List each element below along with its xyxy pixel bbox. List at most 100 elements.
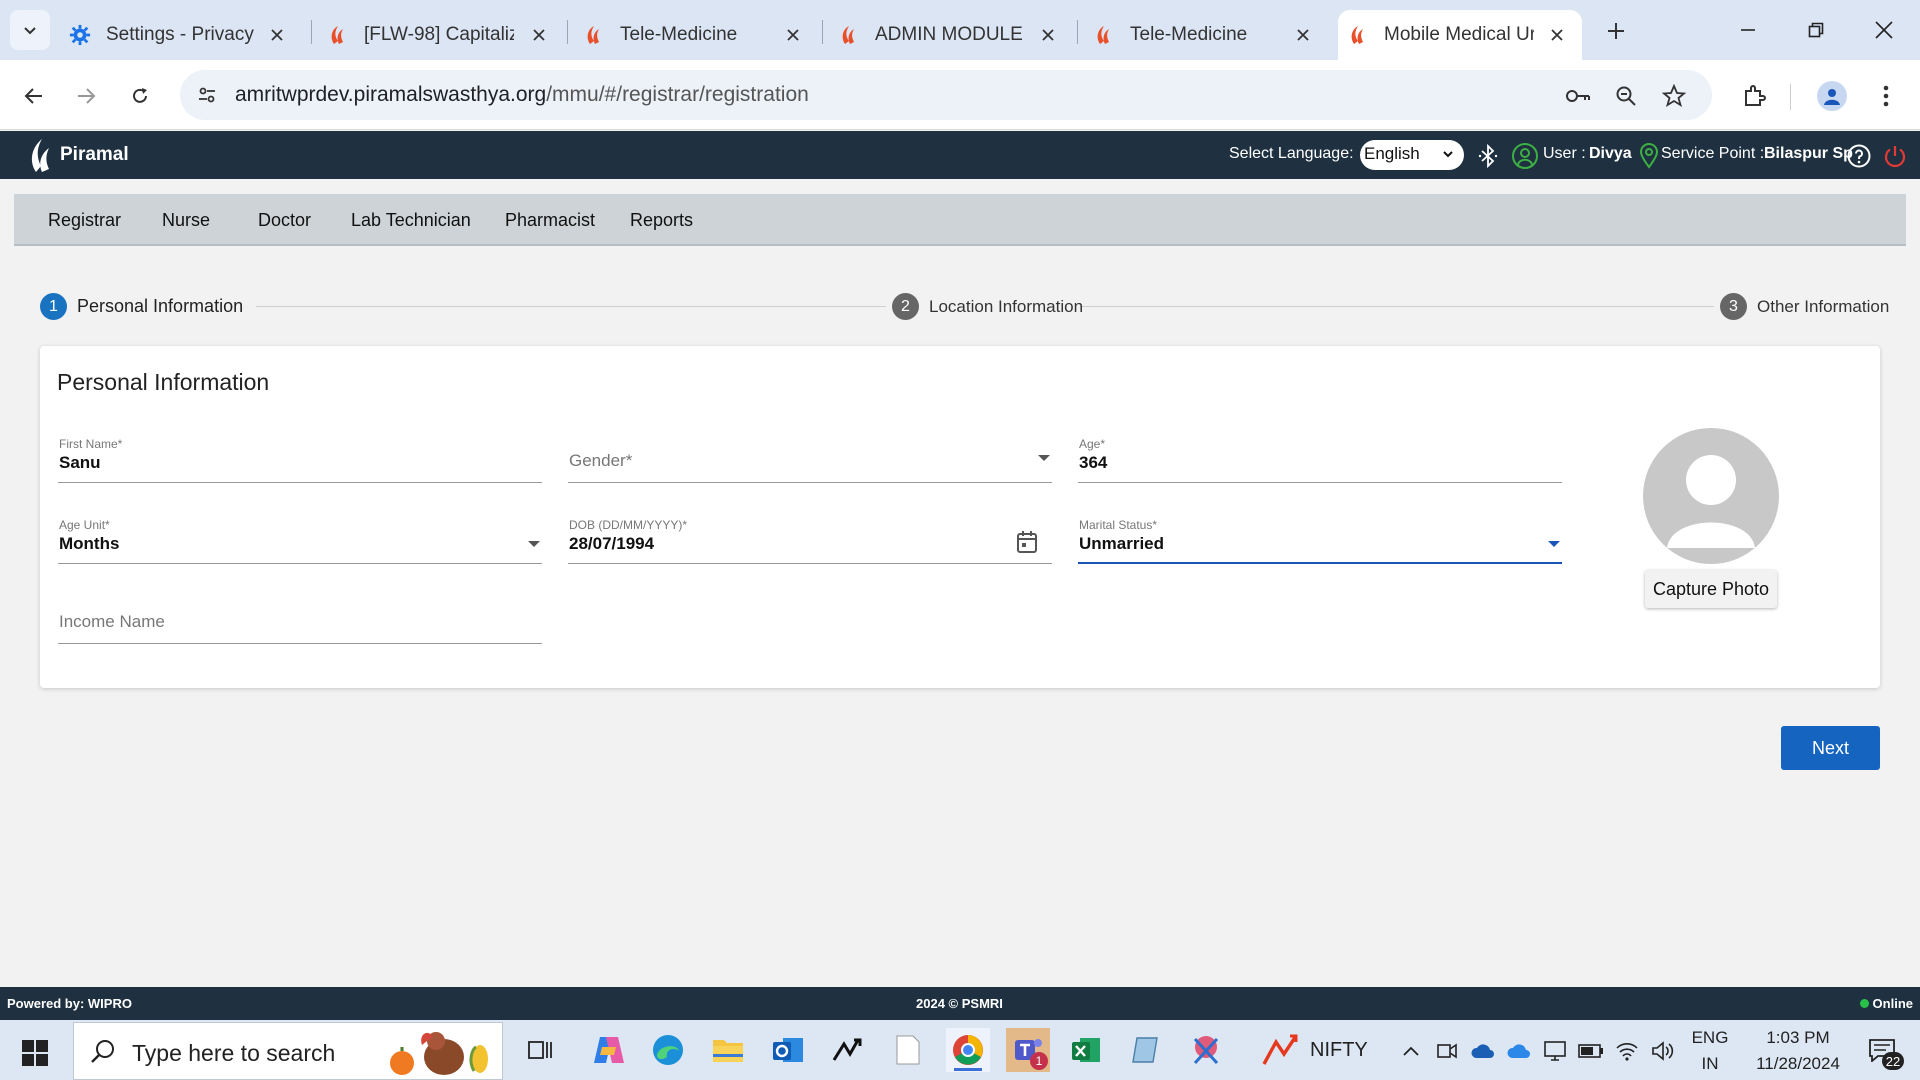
chevron-up-icon[interactable]	[1398, 1038, 1424, 1064]
language-indicator-bottom[interactable]: IN	[1690, 1054, 1730, 1074]
extensions-button[interactable]	[1734, 76, 1774, 116]
chrome-app[interactable]	[946, 1028, 990, 1072]
field-placeholder: Gender*	[569, 451, 633, 470]
browser-tab-telemedicine-1[interactable]: Tele-Medicine	[574, 10, 818, 60]
dropdown-arrow-icon	[1038, 455, 1050, 461]
close-icon[interactable]	[266, 24, 288, 46]
first-name-field[interactable]: First Name* Sanu	[58, 423, 542, 483]
user-silhouette-icon	[1667, 455, 1755, 548]
key-icon[interactable]	[1564, 82, 1592, 110]
restore-button[interactable]	[1796, 10, 1836, 50]
network-app[interactable]	[826, 1028, 870, 1072]
back-button[interactable]	[14, 76, 54, 116]
close-icon[interactable]	[528, 24, 550, 46]
teams-app[interactable]: 1	[1006, 1028, 1050, 1072]
wifi-icon[interactable]	[1614, 1038, 1640, 1064]
income-field[interactable]: Income Name	[58, 584, 542, 644]
menu-item-doctor[interactable]: Doctor	[258, 210, 311, 231]
calendar-icon[interactable]	[1016, 530, 1038, 559]
taskbar-search-box[interactable]: Type here to search	[73, 1022, 503, 1080]
step-number: 2	[892, 293, 919, 320]
battery-icon[interactable]	[1578, 1038, 1604, 1064]
close-icon[interactable]	[1292, 24, 1314, 46]
plus-icon	[1608, 23, 1624, 39]
dob-field[interactable]: DOB (DD/MM/YYYY)* 28/07/1994	[568, 504, 1052, 564]
chevron-down-icon	[1443, 151, 1453, 158]
edge-app[interactable]	[646, 1028, 690, 1072]
url-path: /mmu/#/registrar/registration	[546, 83, 809, 106]
arrow-left-icon	[24, 88, 42, 104]
excel-app[interactable]	[1064, 1028, 1108, 1072]
tab-title: Settings - Privacy a	[106, 24, 256, 45]
menu-item-nurse[interactable]: Nurse	[162, 210, 210, 231]
browser-tab-admin-module[interactable]: ADMIN MODULE	[829, 10, 1073, 60]
next-button[interactable]: Next	[1781, 726, 1880, 770]
piramal-logo[interactable]: Piramal	[28, 136, 129, 174]
notepad-app[interactable]	[886, 1028, 930, 1072]
browser-menu-button[interactable]	[1866, 76, 1906, 116]
help-icon[interactable]	[1846, 143, 1872, 169]
reload-button[interactable]	[120, 76, 160, 116]
age-field[interactable]: Age* 364	[1078, 423, 1562, 483]
notes-app[interactable]	[1124, 1028, 1168, 1072]
copilot-app[interactable]	[587, 1028, 631, 1072]
close-window-button[interactable]	[1864, 10, 1904, 50]
star-icon[interactable]	[1660, 82, 1688, 110]
snipping-icon	[1193, 1036, 1219, 1065]
menu-item-lab-technician[interactable]: Lab Technician	[351, 210, 471, 231]
task-view-button[interactable]	[518, 1028, 562, 1072]
volume-icon[interactable]	[1650, 1038, 1676, 1064]
step-personal-information[interactable]: 1 Personal Information	[40, 293, 243, 320]
tab-title: [FLW-98] Capitaliz	[364, 24, 514, 45]
outlook-app[interactable]	[766, 1028, 810, 1072]
profile-button[interactable]	[1812, 76, 1852, 116]
user-label: User :	[1543, 145, 1586, 162]
restore-icon	[1808, 22, 1824, 38]
menu-item-pharmacist[interactable]: Pharmacist	[505, 210, 595, 231]
snipping-tool-app[interactable]	[1184, 1028, 1228, 1072]
step-location-information[interactable]: 2 Location Information	[892, 293, 1083, 320]
step-number: 3	[1720, 293, 1747, 320]
address-bar[interactable]: amritwprdev.piramalswasthya.org/mmu/#/re…	[180, 70, 1712, 120]
display-icon[interactable]	[1542, 1038, 1568, 1064]
step-other-information[interactable]: 3 Other Information	[1720, 293, 1889, 320]
forward-button[interactable]	[66, 76, 106, 116]
minimize-button[interactable]	[1728, 10, 1768, 50]
tab-search-button[interactable]	[10, 10, 50, 50]
clock-time[interactable]: 1:03 PM	[1738, 1028, 1858, 1048]
age-unit-select[interactable]: Age Unit* Months	[58, 504, 542, 564]
folder-icon	[713, 1040, 743, 1062]
task-view-icon	[528, 1041, 552, 1059]
language-select[interactable]: English	[1360, 140, 1464, 170]
close-icon[interactable]	[782, 24, 804, 46]
close-icon[interactable]	[1037, 24, 1059, 46]
start-button[interactable]	[14, 1032, 56, 1074]
marital-status-select[interactable]: Marital Status* Unmarried	[1078, 504, 1562, 564]
file-explorer-app[interactable]	[706, 1028, 750, 1072]
field-value: 364	[1079, 453, 1108, 472]
language-indicator-top[interactable]: ENG	[1690, 1028, 1730, 1048]
menu-item-reports[interactable]: Reports	[630, 210, 693, 231]
gender-select[interactable]: Gender*	[568, 423, 1052, 483]
browser-tab-flw[interactable]: [FLW-98] Capitaliz	[318, 10, 564, 60]
browser-tab-telemedicine-2[interactable]: Tele-Medicine	[1084, 10, 1328, 60]
clock-date[interactable]: 11/28/2024	[1738, 1054, 1858, 1074]
browser-tab-mobile-medical-unit[interactable]: Mobile Medical Ur	[1338, 10, 1582, 60]
notification-center-button[interactable]: 22	[1860, 1028, 1904, 1072]
user-icon	[1512, 143, 1538, 169]
stock-label[interactable]: NIFTY	[1310, 1039, 1368, 1062]
onedrive-icon[interactable]	[1470, 1038, 1496, 1064]
meet-icon[interactable]	[1434, 1038, 1460, 1064]
cloud-icon[interactable]	[1506, 1038, 1532, 1064]
notebook-icon	[1132, 1037, 1158, 1063]
bluetooth-icon[interactable]	[1475, 143, 1501, 169]
close-icon[interactable]	[1546, 24, 1568, 46]
capture-photo-button[interactable]: Capture Photo	[1645, 570, 1777, 608]
power-icon[interactable]	[1882, 143, 1908, 169]
site-info-icon[interactable]	[194, 82, 220, 108]
browser-tab-bar: Settings - Privacy a [FLW-98] Capitaliz …	[0, 0, 1920, 60]
browser-tab-settings[interactable]: Settings - Privacy a	[62, 10, 302, 60]
new-tab-button[interactable]	[1600, 15, 1632, 47]
zoom-icon[interactable]	[1612, 82, 1640, 110]
menu-item-registrar[interactable]: Registrar	[48, 210, 121, 231]
